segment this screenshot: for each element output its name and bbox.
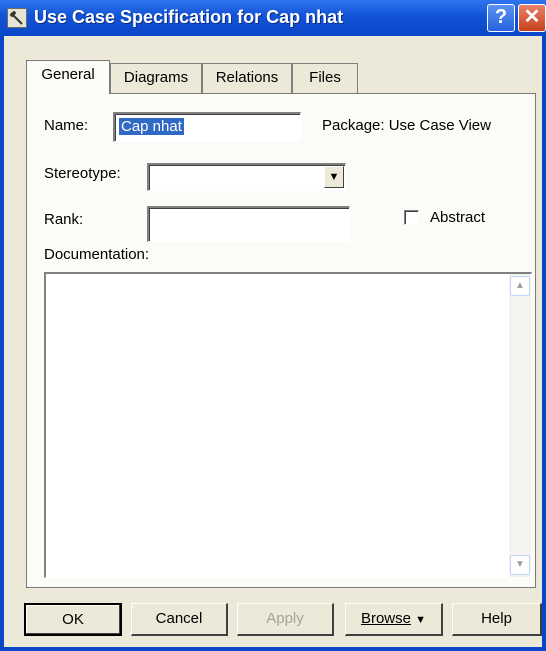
tab-diagrams[interactable]: Diagrams <box>110 63 202 93</box>
abstract-checkbox[interactable] <box>404 210 419 225</box>
window-border-right <box>542 36 546 651</box>
use-case-spec-icon <box>7 8 27 28</box>
window-border-left <box>0 36 4 651</box>
window-border-bottom <box>0 647 546 651</box>
documentation-textarea[interactable]: ▲ ▼ <box>44 272 532 578</box>
stereotype-dropdown[interactable]: ▼ <box>147 163 346 191</box>
arrow-up-icon[interactable]: ▲ <box>510 276 530 296</box>
ok-button[interactable]: OK <box>24 603 122 636</box>
rank-field[interactable] <box>147 206 350 242</box>
tab-files[interactable]: Files <box>292 63 358 93</box>
browse-label: Browse <box>360 610 411 627</box>
chevron-down-icon: ▼ <box>415 614 427 626</box>
dialog-window: Use Case Specification for Cap nhat ? ✕ … <box>0 0 546 651</box>
title-bar[interactable]: Use Case Specification for Cap nhat ? ✕ <box>0 0 546 36</box>
package-label: Package: Use Case View <box>322 117 491 134</box>
tab-relations[interactable]: Relations <box>202 63 292 93</box>
window-title: Use Case Specification for Cap nhat <box>34 7 344 27</box>
chevron-down-icon[interactable]: ▼ <box>324 166 344 188</box>
close-icon[interactable]: ✕ <box>518 4 546 32</box>
cancel-button[interactable]: Cancel <box>131 603 228 636</box>
browse-button[interactable]: Browse ▼ <box>345 603 443 636</box>
documentation-scrollbar[interactable]: ▲ ▼ <box>509 274 531 577</box>
rank-label: Rank: <box>44 211 84 228</box>
help-button[interactable]: Help <box>452 603 542 636</box>
abstract-label: Abstract <box>430 209 486 226</box>
name-value: Cap nhat <box>119 118 184 135</box>
name-field[interactable]: Cap nhat <box>113 112 301 142</box>
documentation-label: Documentation: <box>44 246 150 263</box>
name-label: Name: <box>44 117 89 134</box>
arrow-down-icon[interactable]: ▼ <box>510 555 530 575</box>
tab-general[interactable]: General <box>26 60 110 94</box>
help-icon[interactable]: ? <box>487 4 515 32</box>
apply-button[interactable]: Apply <box>237 603 334 636</box>
stereotype-label: Stereotype: <box>44 165 121 182</box>
